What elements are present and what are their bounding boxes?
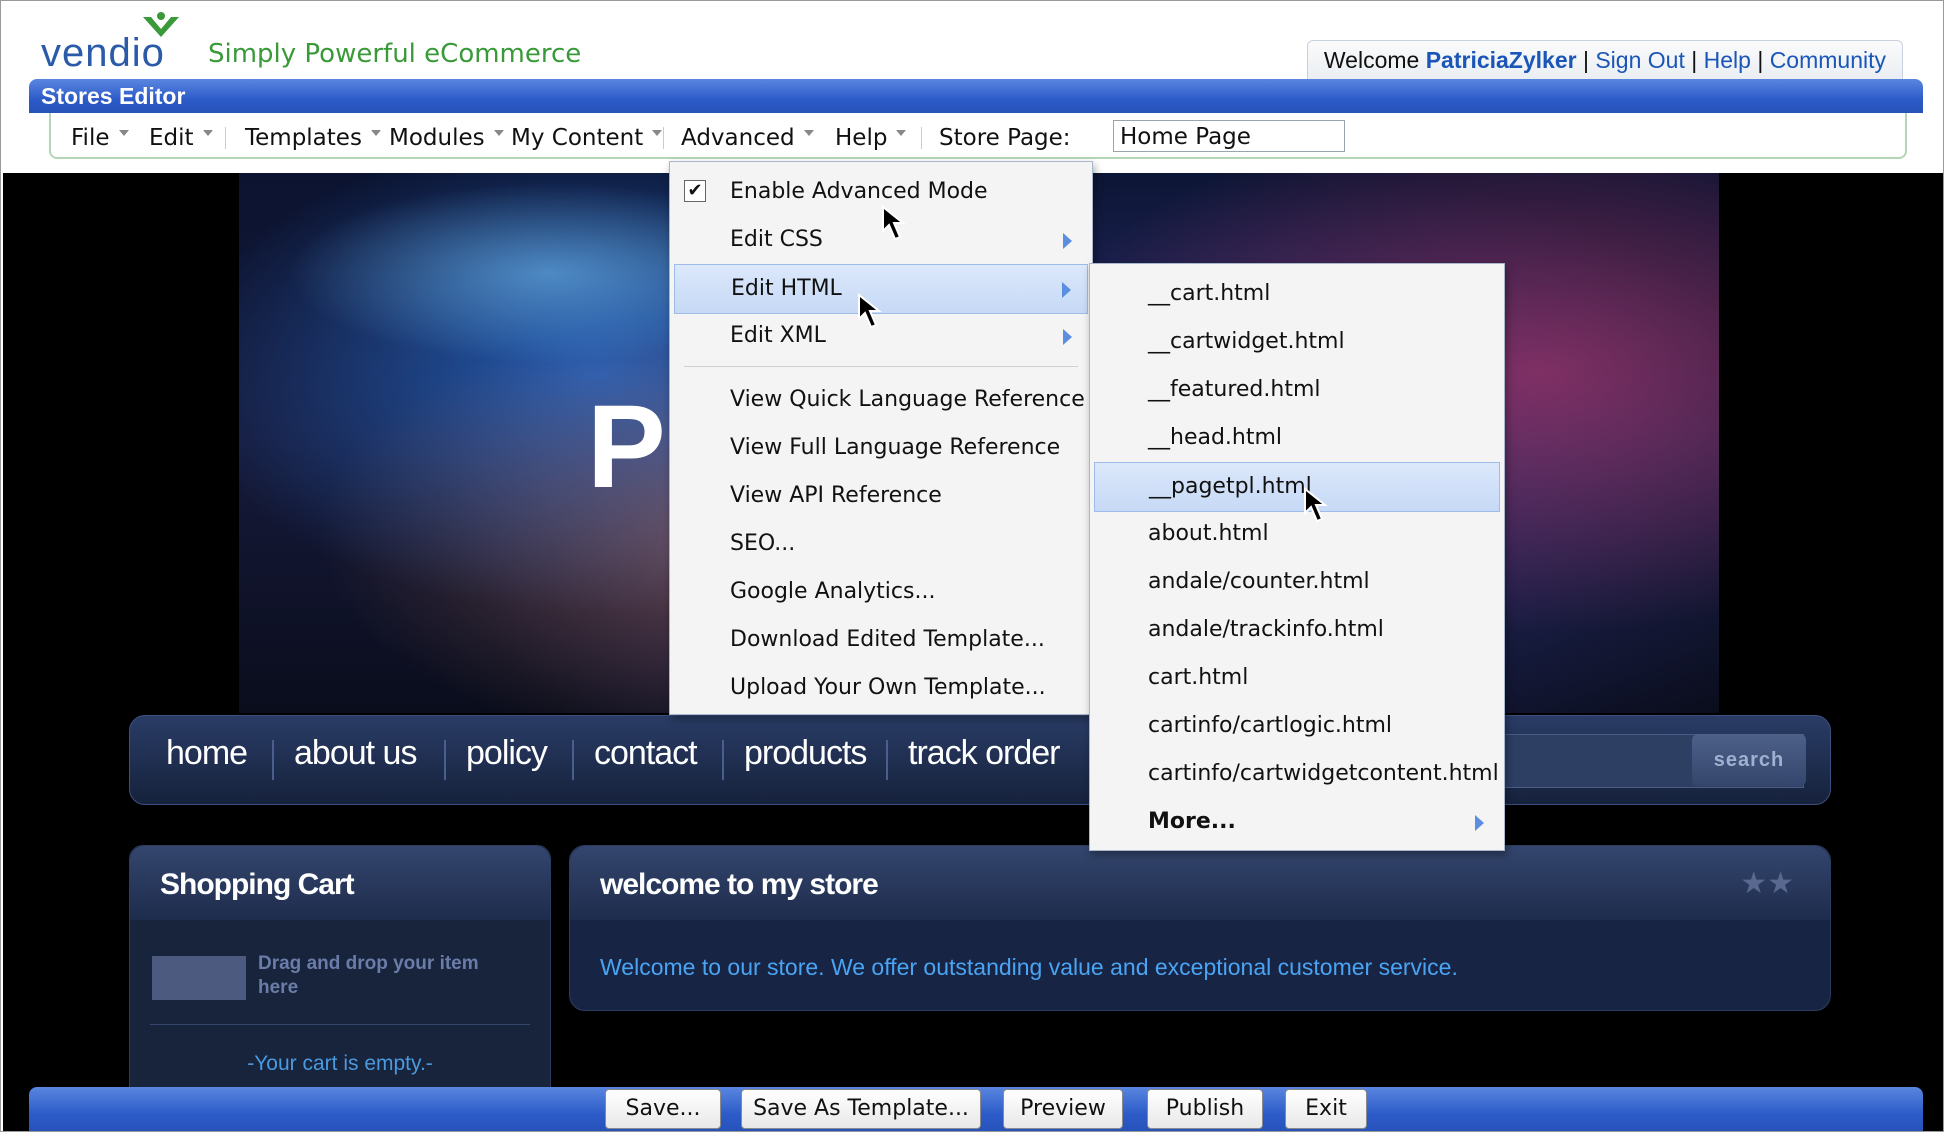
nav-policy[interactable]: policy [466, 734, 548, 773]
cart-drop-zone[interactable] [152, 956, 246, 1000]
submenu-arrow-icon [1063, 233, 1072, 249]
menu-bar: File Edit Templates Modules My Content A… [49, 113, 1907, 159]
store-page-label: Store Page: [939, 125, 1071, 151]
mouse-pointer-icon [858, 293, 882, 329]
nav-separator [272, 740, 274, 780]
save-as-template-button[interactable]: Save As Template... [741, 1089, 981, 1129]
nav-separator [722, 740, 724, 780]
menu-help[interactable]: Help [835, 125, 907, 151]
nav-home[interactable]: home [166, 734, 248, 773]
menu-item-full-language-reference[interactable]: View Full Language Reference [670, 424, 1092, 472]
submenu-arrow-icon [1475, 815, 1484, 831]
checkbox-checked-icon: ✔ [684, 180, 706, 202]
menu-my-content[interactable]: My Content [511, 125, 663, 151]
dropdown-caret-icon [202, 129, 213, 136]
menu-item-seo[interactable]: SEO... [670, 520, 1092, 568]
dropdown-caret-icon [896, 129, 907, 136]
store-page-select[interactable]: Home Page [1113, 120, 1345, 152]
store-search-button[interactable]: search [1692, 734, 1806, 786]
menu-item-more[interactable]: More... [1090, 798, 1504, 846]
file-item[interactable]: __cartwidget.html [1090, 318, 1504, 366]
submenu-arrow-icon [1063, 329, 1072, 345]
nav-products[interactable]: products [744, 734, 867, 773]
file-item[interactable]: cartinfo/cartwidgetcontent.html [1090, 750, 1504, 798]
menu-edit[interactable]: Edit [149, 125, 213, 151]
edit-html-submenu: __cart.html __cartwidget.html __featured… [1089, 263, 1505, 851]
username-link[interactable]: PatriciaZylker [1426, 47, 1577, 73]
file-item[interactable]: cartinfo/cartlogic.html [1090, 702, 1504, 750]
user-panel: Welcome PatriciaZylker | Sign Out | Help… [1306, 40, 1903, 79]
dropdown-caret-icon [370, 129, 381, 136]
help-link[interactable]: Help [1704, 47, 1751, 73]
menu-separator [225, 127, 226, 149]
cart-header: Shopping Cart [130, 846, 550, 920]
welcome-header: welcome to my store ★★ [570, 846, 1830, 920]
dropdown-caret-icon [493, 129, 504, 136]
dropdown-caret-icon [118, 129, 129, 136]
menu-item-upload-template[interactable]: Upload Your Own Template... [670, 664, 1092, 712]
file-item-highlighted[interactable]: __pagetpl.html [1094, 462, 1500, 512]
file-item[interactable]: __cart.html [1090, 270, 1504, 318]
menu-separator [663, 127, 664, 149]
nav-track-order[interactable]: track order [908, 734, 1060, 773]
dropdown-caret-icon [652, 129, 663, 136]
menu-item-download-template[interactable]: Download Edited Template... [670, 616, 1092, 664]
editor-title: Stores Editor [41, 83, 186, 109]
menu-templates[interactable]: Templates [245, 125, 381, 151]
cart-title: Shopping Cart [160, 868, 355, 901]
dropdown-caret-icon [803, 129, 814, 136]
menu-advanced[interactable]: Advanced [681, 125, 814, 151]
publish-button[interactable]: Publish [1147, 1089, 1263, 1129]
menu-item-google-analytics[interactable]: Google Analytics... [670, 568, 1092, 616]
file-item[interactable]: __featured.html [1090, 366, 1504, 414]
file-item[interactable]: about.html [1090, 510, 1504, 558]
file-item[interactable]: andale/trackinfo.html [1090, 606, 1504, 654]
nav-separator [444, 740, 446, 780]
community-link[interactable]: Community [1770, 47, 1886, 73]
welcome-title: welcome to my store [600, 868, 879, 901]
submenu-arrow-icon [1062, 282, 1071, 298]
mouse-pointer-icon [1304, 487, 1328, 523]
welcome-label: Welcome [1323, 47, 1420, 73]
preview-button[interactable]: Preview [1003, 1089, 1123, 1129]
file-item[interactable]: andale/counter.html [1090, 558, 1504, 606]
store-nav-bar: home about us policy contact products tr… [129, 715, 1831, 805]
welcome-panel: welcome to my store ★★ Welcome to our st… [569, 845, 1831, 1011]
divider [150, 1024, 530, 1025]
star-decoration-icon: ★★ [1740, 867, 1794, 900]
mouse-pointer-icon [882, 205, 906, 241]
nav-about-us[interactable]: about us [294, 734, 417, 773]
cart-drag-hint: Drag and drop your item here [258, 953, 479, 998]
welcome-text: Welcome to our store. We offer outstandi… [600, 954, 1458, 980]
nav-separator [572, 740, 574, 780]
menu-item-api-reference[interactable]: View API Reference [670, 472, 1092, 520]
banner-title-letter: P [587, 381, 666, 513]
editor-window: vendio Simply Powerful eCommerce Welcome… [0, 0, 1944, 1132]
menu-separator [684, 366, 1078, 367]
nav-separator [886, 740, 888, 780]
menu-item-quick-language-reference[interactable]: View Quick Language Reference [670, 376, 1092, 424]
sign-out-link[interactable]: Sign Out [1595, 47, 1685, 73]
menu-file[interactable]: File [71, 125, 129, 151]
nav-contact[interactable]: contact [594, 734, 698, 773]
save-button[interactable]: Save... [605, 1089, 721, 1129]
menu-modules[interactable]: Modules [389, 125, 504, 151]
editor-title-bar: Stores Editor [29, 79, 1923, 113]
file-item[interactable]: cart.html [1090, 654, 1504, 702]
menu-separator [921, 127, 922, 149]
logo-text: vendio [41, 31, 165, 75]
exit-button[interactable]: Exit [1285, 1089, 1367, 1129]
tagline: Simply Powerful eCommerce [208, 39, 582, 69]
file-item[interactable]: __head.html [1090, 414, 1504, 462]
cart-empty-message: -Your cart is empty.- [247, 1052, 433, 1075]
